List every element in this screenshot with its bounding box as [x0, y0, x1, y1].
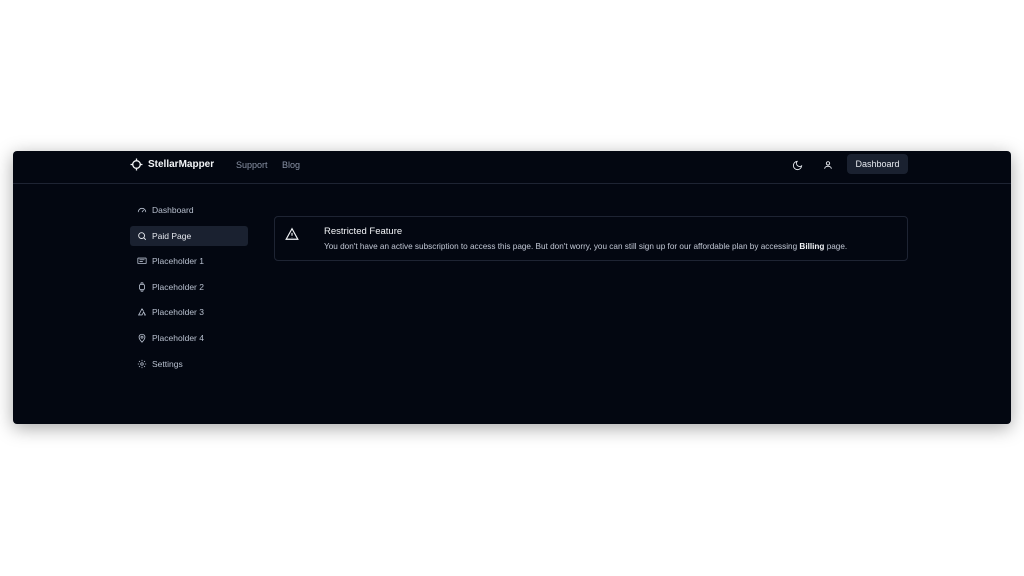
alert-title: Restricted Feature — [324, 226, 403, 237]
gauge-icon — [137, 207, 147, 213]
user-menu-button[interactable] — [817, 155, 839, 175]
sidebar-item-placeholder-2[interactable]: Placeholder 2 — [130, 277, 248, 297]
sidebar: Dashboard Paid Page Placeholder 1 Placeh… — [130, 200, 248, 379]
sidebar-item-label: Placeholder 4 — [152, 332, 204, 343]
watch-icon — [139, 282, 145, 292]
billing-link[interactable]: Billing — [799, 242, 824, 251]
sidebar-item-label: Dashboard — [152, 205, 194, 215]
sidebar-item-label: Settings — [152, 358, 183, 369]
sidebar-item-settings[interactable]: Settings — [130, 354, 248, 374]
sidebar-item-label: Placeholder 1 — [152, 256, 204, 267]
user-icon — [824, 161, 832, 169]
alert-text-end: page. — [824, 242, 848, 251]
monitor-icon — [137, 257, 147, 265]
nav-link-blog[interactable]: Blog — [282, 160, 300, 170]
sidebar-item-label: Placeholder 3 — [152, 307, 204, 318]
brand-name: StellarMapper — [148, 159, 215, 170]
nav-link-support[interactable]: Support — [236, 160, 268, 170]
recycle-icon — [137, 308, 147, 316]
gear-icon — [137, 359, 147, 368]
sidebar-item-dashboard[interactable]: Dashboard — [130, 200, 248, 220]
warning-triangle-icon — [285, 227, 299, 240]
brand-logo[interactable]: StellarMapper — [130, 158, 214, 171]
sidebar-item-placeholder-1[interactable]: Placeholder 1 — [130, 251, 248, 271]
sidebar-item-placeholder-3[interactable]: Placeholder 3 — [130, 302, 248, 322]
sidebar-item-label: Paid Page — [152, 230, 192, 241]
sidebar-item-placeholder-4[interactable]: Placeholder 4 — [130, 328, 248, 348]
search-icon — [138, 231, 147, 240]
sidebar-item-paid-page[interactable]: Paid Page — [130, 225, 248, 246]
sidebar-item-label: Placeholder 2 — [152, 281, 204, 292]
alert-text: You don't have an active subscription to… — [324, 242, 800, 251]
moon-icon — [792, 160, 802, 170]
app-window: StellarMapper Support Blog Dashboard Das… — [13, 151, 1011, 424]
alert-description: You don't have an active subscription to… — [324, 242, 847, 251]
map-pin-icon — [138, 333, 146, 343]
top-navbar: StellarMapper Support Blog Dashboard — [13, 151, 1011, 184]
restricted-alert: Restricted Feature You don't have an act… — [274, 216, 908, 261]
stellar-logo-icon — [130, 158, 143, 171]
theme-toggle-button[interactable] — [786, 155, 808, 175]
dashboard-button[interactable]: Dashboard — [847, 154, 908, 174]
